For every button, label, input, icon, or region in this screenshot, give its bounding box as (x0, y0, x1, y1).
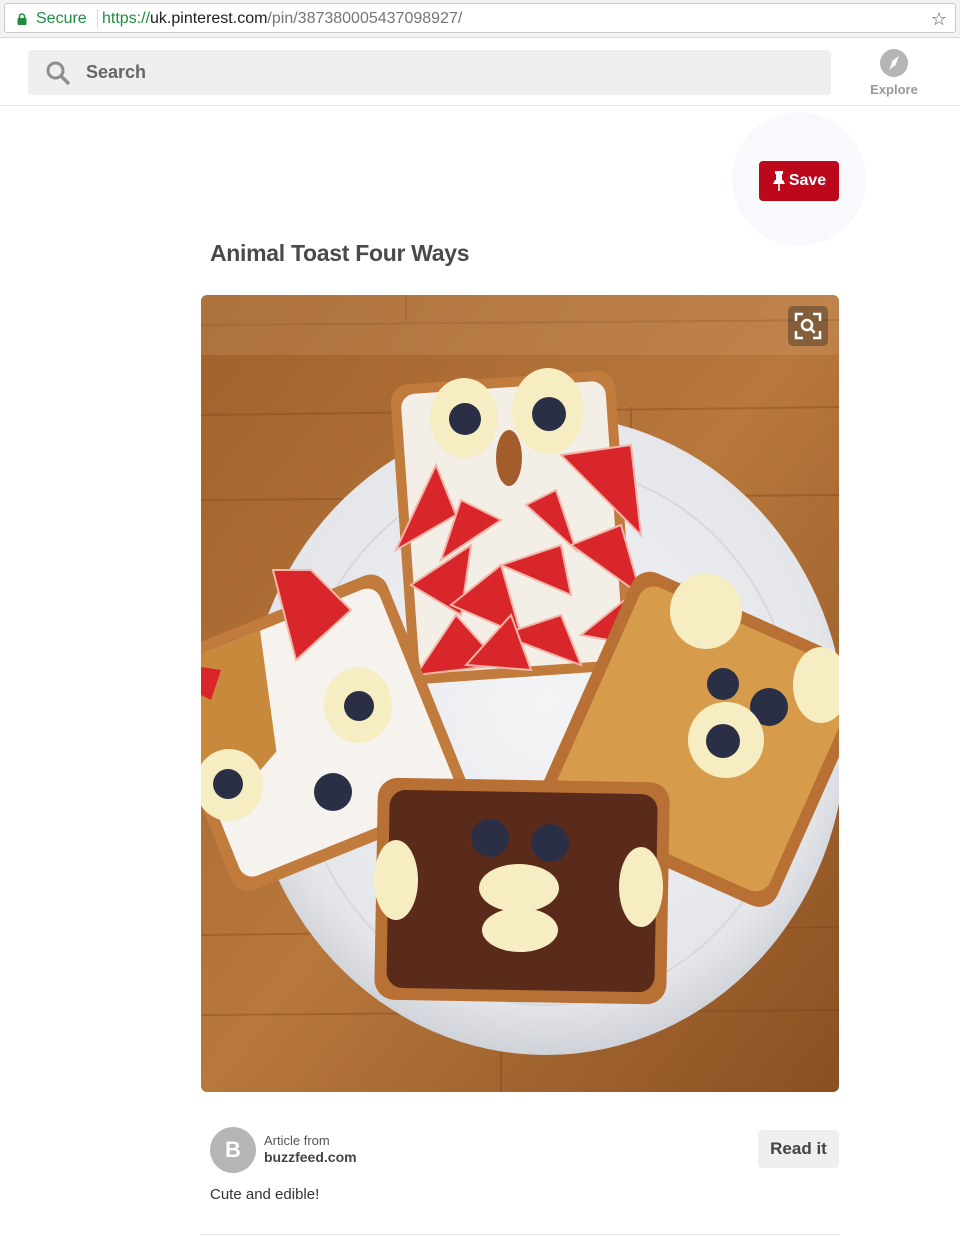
lock-icon (17, 13, 27, 25)
pushpin-icon (772, 171, 785, 191)
pin-title: Animal Toast Four Ways (210, 240, 470, 266)
url-divider (97, 9, 98, 29)
animal-toast-photo (201, 295, 839, 1092)
divider (201, 1234, 839, 1235)
url-text[interactable]: https://uk.pinterest.com/pin/38738000543… (102, 10, 462, 28)
url-scheme: https:// (102, 10, 151, 27)
pin-description: Cute and edible! (210, 1186, 320, 1203)
source-domain-link[interactable]: buzzfeed.com (264, 1149, 357, 1165)
explore-label: Explore (870, 82, 918, 97)
url-path: /pin/387380005437098927/ (267, 10, 463, 27)
article-from-label: Article from (264, 1133, 330, 1148)
source-avatar[interactable]: B (210, 1127, 256, 1173)
search-bar[interactable] (28, 50, 831, 95)
pin-image[interactable] (201, 295, 839, 1092)
search-input[interactable] (86, 50, 806, 95)
visual-search-icon (794, 312, 822, 340)
save-label: Save (788, 172, 827, 189)
secure-label: Secure (36, 10, 87, 27)
url-host: uk.pinterest.com (150, 10, 268, 27)
read-it-button[interactable]: Read it (758, 1130, 839, 1168)
search-icon (46, 61, 70, 85)
visual-search-button[interactable] (788, 306, 828, 346)
browser-address-bar: Secure https://uk.pinterest.com/pin/3873… (0, 0, 960, 38)
star-icon[interactable]: ☆ (931, 9, 947, 30)
site-header: Explore (0, 38, 960, 106)
url-field[interactable]: Secure https://uk.pinterest.com/pin/3873… (4, 3, 956, 33)
compass-icon (880, 49, 908, 77)
save-button[interactable]: Save (759, 161, 839, 201)
explore-button[interactable]: Explore (860, 48, 928, 100)
